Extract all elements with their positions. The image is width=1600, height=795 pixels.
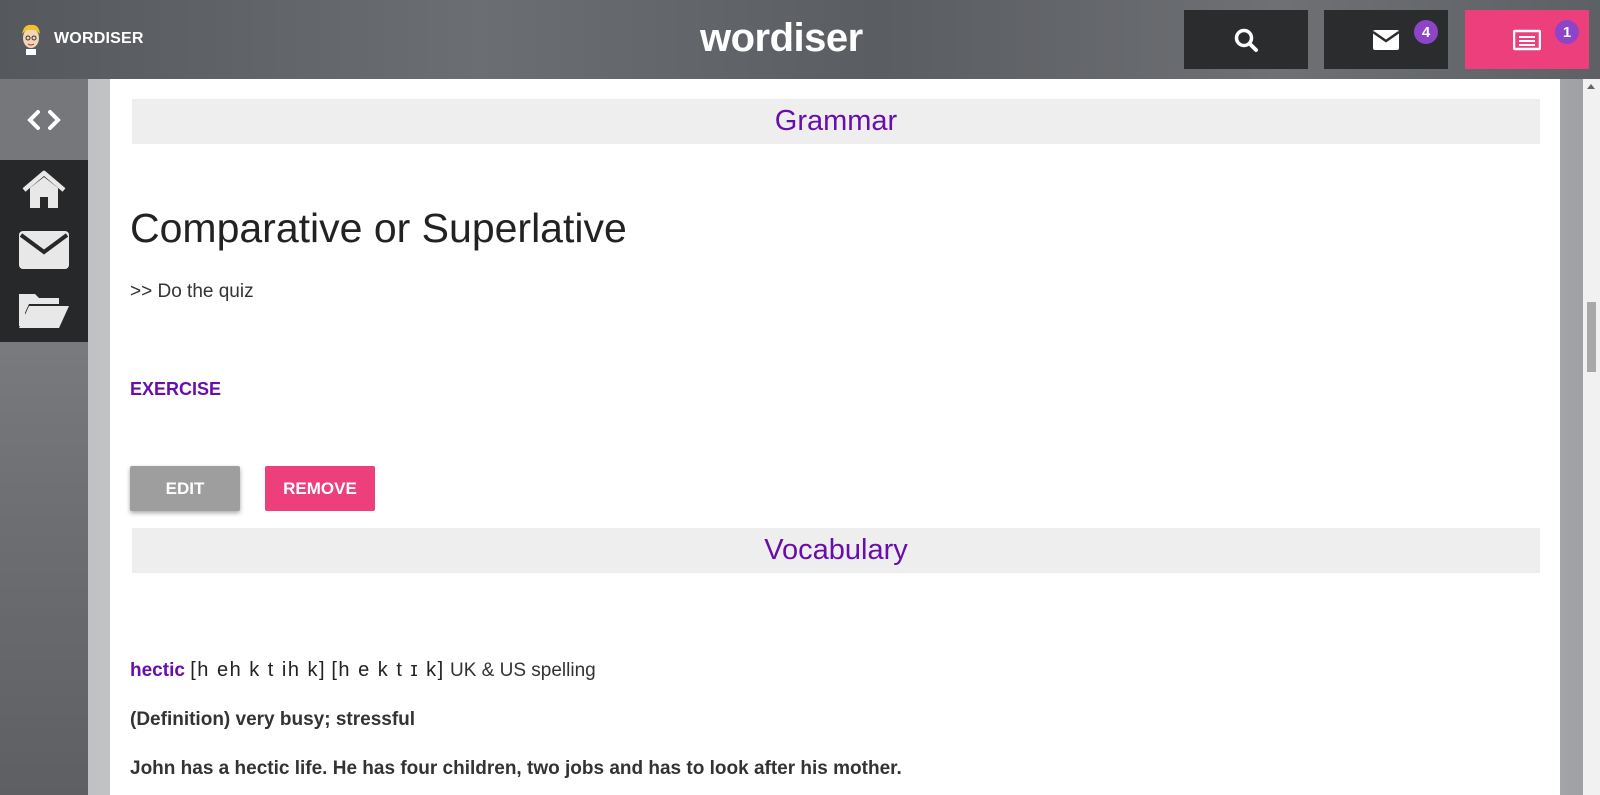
vocab-entry: hectic [h eh k t ih k] [h e k t ɪ k] UK … — [130, 659, 596, 682]
main-content: Grammar Comparative or Superlative >> Do… — [110, 79, 1560, 795]
edit-button[interactable]: EDIT — [130, 466, 240, 511]
search-icon — [1234, 28, 1258, 52]
messages-button[interactable]: 4 — [1324, 10, 1448, 69]
home-icon — [22, 170, 66, 208]
sidebar — [0, 79, 88, 795]
quiz-link[interactable]: >> Do the quiz — [130, 281, 254, 303]
sidebar-item-folders[interactable] — [0, 280, 88, 340]
sidebar-toggle[interactable] — [0, 79, 88, 160]
sidebar-item-home[interactable] — [0, 160, 88, 220]
envelope-icon — [19, 231, 69, 269]
lesson-title: Comparative or Superlative — [130, 205, 627, 251]
scrollbar[interactable] — [1583, 79, 1600, 795]
newspaper-icon — [1513, 29, 1541, 50]
search-button[interactable] — [1184, 10, 1308, 69]
scroll-thumb[interactable] — [1587, 302, 1596, 372]
phonetic-ipa: [h e k t ɪ k] — [331, 659, 445, 681]
scroll-up-arrow[interactable] — [1587, 84, 1595, 89]
sidebar-nav — [0, 160, 88, 342]
site-logo[interactable]: wordiser — [700, 14, 863, 62]
avatar — [22, 24, 40, 55]
folder-icon — [19, 294, 69, 328]
spelling-note: UK & US spelling — [449, 660, 596, 681]
phonetic-respelling: [h eh k t ih k] — [190, 659, 327, 681]
user-name: WORDISER — [54, 30, 144, 47]
sidebar-item-messages[interactable] — [0, 220, 88, 280]
newsfeed-button[interactable]: 1 — [1465, 10, 1589, 69]
envelope-icon — [1372, 29, 1400, 50]
vocab-word[interactable]: hectic — [130, 660, 185, 681]
exercise-label: EXERCISE — [130, 379, 222, 399]
vocab-definition: (Definition) very busy; stressful — [130, 709, 416, 730]
user-profile[interactable]: WORDISER — [18, 22, 144, 56]
vocabulary-heading: Vocabulary — [132, 528, 1540, 573]
newsfeed-badge: 1 — [1555, 20, 1579, 44]
messages-badge: 4 — [1414, 20, 1438, 44]
vocab-example: John has a hectic life. He has four chil… — [130, 758, 902, 779]
remove-button[interactable]: REMOVE — [265, 466, 375, 511]
arrows-icon — [27, 109, 61, 130]
grammar-heading: Grammar — [132, 99, 1540, 144]
top-bar: WORDISER wordiser 4 1 — [0, 0, 1600, 79]
